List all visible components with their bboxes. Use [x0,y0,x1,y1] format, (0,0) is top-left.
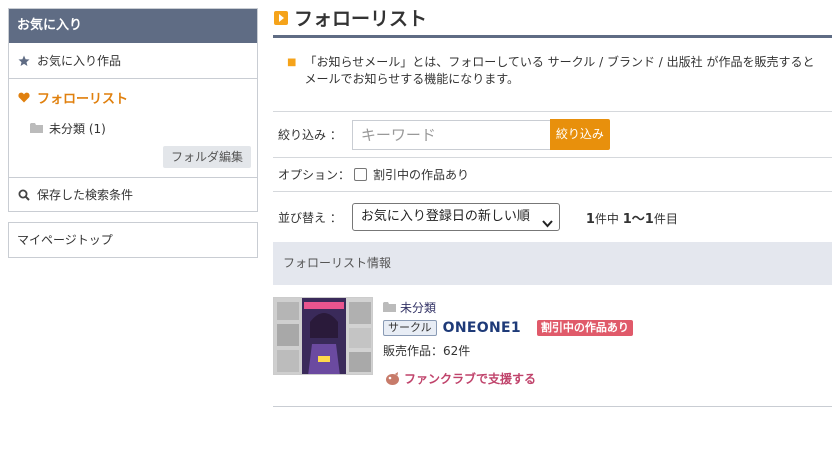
title-marker-icon [274,10,288,25]
count-suffix-2: 件目 [653,211,678,226]
search-icon [17,188,31,202]
sidebar-item-favorites[interactable]: お気に入り作品 [9,43,257,79]
works-count: 販売作品：62件 [383,344,471,358]
folder-edit-area: フォルダ編集 [9,143,257,177]
count-suffix-1: 件中 [594,211,619,226]
star-icon [17,54,31,68]
circle-line: サークル ONEONE1 割引中の作品あり [383,316,633,340]
item-folder-label: 未分類 [400,300,437,315]
favorites-panel: お気に入り お気に入り作品 フォローリスト 未分類 (1) フォルダ編集 保存し… [8,8,258,212]
sidebar-item-favorites-label: お気に入り作品 [37,54,122,68]
sort-select[interactable]: お気に入り登録日の新しい順 [351,203,560,231]
circle-name-link[interactable]: ONEONE1 [443,320,521,336]
main-content: フォローリスト ■ 「お知らせメール」とは、フォローしている サークル / ブラ… [273,0,832,407]
chevron-down-icon [542,212,553,238]
follow-info-header: フォローリスト情報 [273,242,832,285]
notice-text: 「お知らせメール」とは、フォローしている サークル / ブランド / 出版社 が… [304,55,815,86]
page-title-row: フォローリスト [273,0,832,38]
circle-thumbnail[interactable] [273,297,373,375]
sidebar-header: お気に入り [9,9,257,43]
folder-edit-button[interactable]: フォルダ編集 [162,146,251,168]
circle-tag: サークル [383,320,437,336]
mypage-top-link[interactable]: マイページトップ [8,222,258,258]
filter-row: 絞り込み ： キーワード 絞り込み [273,112,832,158]
sidebar-item-follow-list-label: フォローリスト [37,91,129,107]
sidebar-folder-uncategorized[interactable]: 未分類 (1) [9,113,257,143]
notice-box: ■ 「お知らせメール」とは、フォローしている サークル / ブランド / 出版社… [273,38,832,112]
page-title: フォローリスト [294,8,428,30]
sidebar-folder-label: 未分類 (1) [49,121,106,136]
sale-badge[interactable]: 割引中の作品あり [536,320,633,336]
discount-checkbox[interactable] [354,168,368,181]
fanclub-icon [385,371,400,386]
sidebar-item-saved-search-label: 保存した検索条件 [37,188,134,202]
sort-label: 並び替え ： [278,210,342,225]
heart-icon [17,90,31,104]
option-row: オプション： 割引中の作品あり [273,158,832,192]
sort-select-value: お気に入り登録日の新しい順 [360,209,530,224]
discount-checkbox-label[interactable]: 割引中の作品あり [373,166,469,183]
circle-info: 未分類 サークル ONEONE1 割引中の作品あり 販売作品：62件 ファンクラ… [383,298,633,387]
folder-icon [29,121,43,135]
result-count: 1件中 1〜1件目 [586,208,678,227]
option-label: オプション： [278,168,351,182]
bullet-icon: ■ [287,57,297,68]
filter-label: 絞り込み ： [278,128,342,142]
keyword-input[interactable]: キーワード [351,119,550,150]
filter-button[interactable]: 絞り込み [549,119,610,150]
item-folder[interactable]: 未分類 [383,298,633,316]
fanclub-link[interactable]: ファンクラブで支援する [383,370,633,387]
fanclub-label: ファンクラブで支援する [404,372,537,386]
sidebar-item-follow-list[interactable]: フォローリスト [9,79,257,113]
count-range: 1〜1 [622,211,654,227]
sidebar-item-saved-search[interactable]: 保存した検索条件 [9,177,257,211]
sidebar: お気に入り お気に入り作品 フォローリスト 未分類 (1) フォルダ編集 保存し… [8,8,258,258]
list-item: 未分類 サークル ONEONE1 割引中の作品あり 販売作品：62件 ファンクラ… [273,285,832,407]
sort-row: 並び替え ： お気に入り登録日の新しい順 1件中 1〜1件目 [273,192,832,242]
folder-icon [383,302,396,312]
count-total: 1 [585,211,595,227]
